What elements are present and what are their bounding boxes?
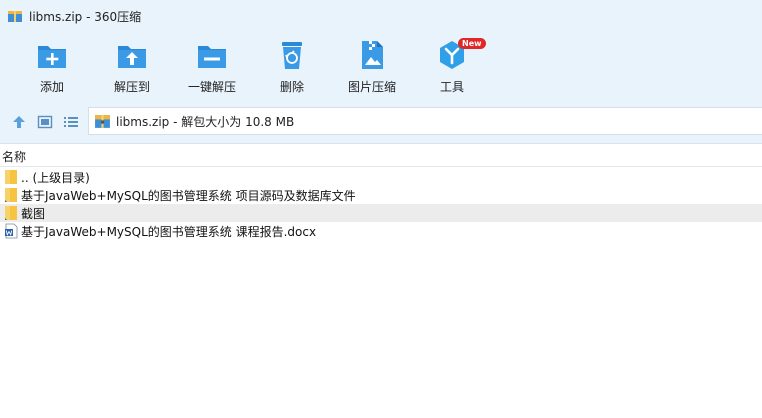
up-arrow-icon[interactable] <box>11 114 27 130</box>
address-text: libms.zip - 解包大小为 10.8 MB <box>116 114 295 129</box>
file-name: .. (上级目录) <box>21 170 90 185</box>
delete-label: 删除 <box>279 80 304 94</box>
image-compress-button[interactable]: 图片压缩 <box>337 38 407 98</box>
delete-icon <box>282 42 302 69</box>
archive-app-icon <box>8 11 22 22</box>
column-name[interactable]: 名称 <box>2 148 26 165</box>
tools-label: 工具 <box>439 80 464 94</box>
list-item-report-docx[interactable]: 基于JavaWeb+MySQL的图书管理系统 课程报告.docx <box>0 222 762 240</box>
file-list: .. (上级目录) 基于JavaWeb+MySQL的图书管理系统 项目源码及数据… <box>0 168 762 240</box>
thumbnail-view-icon[interactable] <box>37 114 53 130</box>
add-button[interactable]: 添加 <box>17 38 87 98</box>
list-item-screenshots-folder[interactable]: 截图 <box>0 204 762 222</box>
extract-to-label: 解压到 <box>113 80 150 94</box>
folder-icon <box>5 170 17 184</box>
title-bar: libms.zip - 360压缩 <box>0 0 762 32</box>
list-view-icon[interactable] <box>63 114 79 130</box>
zip-file-icon <box>95 114 110 128</box>
image-compress-icon <box>362 41 383 69</box>
word-document-icon <box>5 223 18 239</box>
column-header: 名称 <box>0 146 762 167</box>
file-name: 基于JavaWeb+MySQL的图书管理系统 课程报告.docx <box>21 224 317 239</box>
file-name: 截图 <box>21 206 46 221</box>
image-compress-label: 图片压缩 <box>347 80 396 94</box>
one-click-extract-icon <box>198 46 226 68</box>
new-badge: New <box>458 38 486 49</box>
list-item-parent-dir[interactable]: .. (上级目录) <box>0 168 762 186</box>
tools-button[interactable]: New 工具 <box>417 38 487 98</box>
folder-icon <box>5 206 17 220</box>
window-title: libms.zip - 360压缩 <box>29 9 142 24</box>
file-name: 基于JavaWeb+MySQL的图书管理系统 项目源码及数据库文件 <box>21 188 356 203</box>
extract-to-icon <box>118 46 146 68</box>
list-item-source-folder[interactable]: 基于JavaWeb+MySQL的图书管理系统 项目源码及数据库文件 <box>0 186 762 204</box>
delete-button[interactable]: 删除 <box>257 38 327 98</box>
toolbar: 添加 解压到 一键解压 删除 图片压缩 New 工具 <box>0 32 762 100</box>
folder-icon <box>5 188 17 202</box>
add-icon <box>38 46 66 68</box>
one-click-extract-label: 一键解压 <box>187 80 236 94</box>
extract-to-button[interactable]: 解压到 <box>97 38 167 98</box>
address-field[interactable]: libms.zip - 解包大小为 10.8 MB <box>88 107 762 135</box>
add-label: 添加 <box>39 80 64 94</box>
one-click-extract-button[interactable]: 一键解压 <box>177 38 247 98</box>
